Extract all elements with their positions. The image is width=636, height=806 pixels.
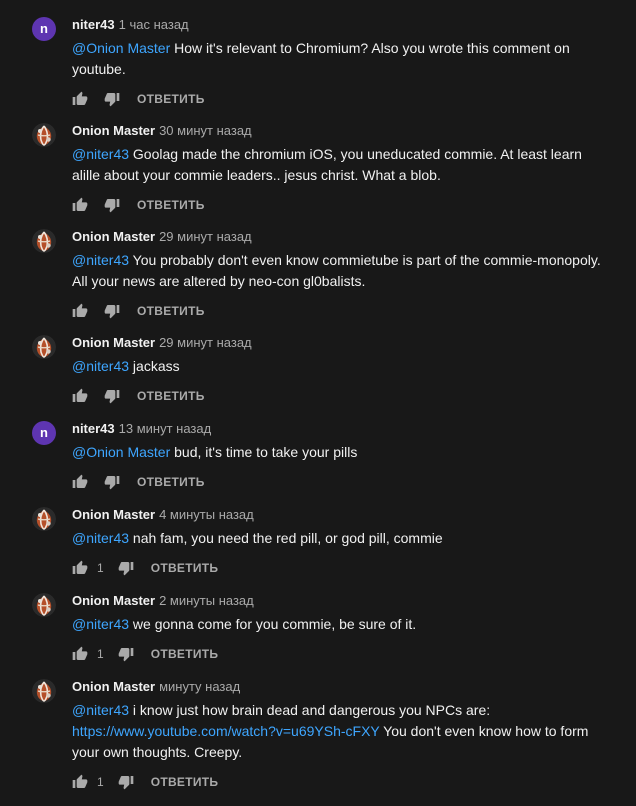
author-name[interactable]: Onion Master [72,507,155,522]
thumb-down-icon[interactable] [118,560,134,576]
like-count: 1 [97,647,104,661]
comment-header: Onion Master 29 минут назад [72,335,252,351]
thumb-down-icon[interactable] [104,91,120,107]
avatar[interactable] [32,593,56,617]
comment-header: Onion Master 4 минуты назад [72,507,254,523]
reply-button[interactable]: ОТВЕТИТЬ [151,647,219,661]
timestamp[interactable]: 1 час назад [119,17,189,32]
comment-header: Onion Master 29 минут назад [72,229,252,245]
avatar[interactable] [32,507,56,531]
mention-link[interactable]: @niter43 [72,252,129,268]
comment-header: Onion Master минуту назад [72,679,240,695]
comment-text: @niter43 nah fam, you need the red pill,… [72,528,612,549]
url-link[interactable]: https://www.youtube.com/watch?v=u69YSh-c… [72,723,380,739]
comment-header: Onion Master 30 минут назад [72,123,252,139]
timestamp[interactable]: 4 минуты назад [159,507,254,522]
comment-actions: 1 ОТВЕТИТЬ [72,556,218,580]
comment-actions: ОТВЕТИТЬ [72,87,205,111]
thumb-down-icon[interactable] [104,388,120,404]
comment-actions: ОТВЕТИТЬ [72,193,205,217]
thumb-down-icon[interactable] [104,197,120,213]
like-count: 1 [97,561,104,575]
reply-button[interactable]: ОТВЕТИТЬ [151,775,219,789]
comment-text: @niter43 You probably don't even know co… [72,250,612,292]
thumb-up-icon[interactable] [72,560,88,576]
comment-text: @niter43 jackass [72,356,612,377]
avatar[interactable]: n [32,421,56,445]
thumb-down-icon[interactable] [118,774,134,790]
reply-button[interactable]: ОТВЕТИТЬ [151,561,219,575]
comment-content: Goolag made the chromium iOS, you uneduc… [72,146,582,183]
mention-link[interactable]: @Onion Master [72,444,170,460]
thumb-up-icon[interactable] [72,91,88,107]
reply-button[interactable]: ОТВЕТИТЬ [137,304,205,318]
timestamp[interactable]: 29 минут назад [159,335,252,350]
mention-link[interactable]: @niter43 [72,146,129,162]
author-name[interactable]: niter43 [72,421,115,436]
comment-content: bud, it's time to take your pills [170,444,358,460]
comment-text: @niter43 we gonna come for you commie, b… [72,614,612,635]
author-name[interactable]: Onion Master [72,335,155,350]
thumb-down-icon[interactable] [118,646,134,662]
mention-link[interactable]: @Onion Master [72,40,170,56]
comment-text: @Onion Master bud, it's time to take you… [72,442,612,463]
comment-content: You probably don't even know commietube … [72,252,601,289]
comment-header: niter43 1 час назад [72,17,189,33]
thumb-up-icon[interactable] [72,303,88,319]
comment-text: @niter43 Goolag made the chromium iOS, y… [72,144,612,186]
avatar[interactable] [32,123,56,147]
timestamp[interactable]: 30 минут назад [159,123,252,138]
comment-actions: ОТВЕТИТЬ [72,384,205,408]
timestamp[interactable]: минуту назад [159,679,240,694]
author-name[interactable]: Onion Master [72,679,155,694]
comment-text: @niter43 i know just how brain dead and … [72,700,612,763]
timestamp[interactable]: 13 минут назад [119,421,212,436]
thumb-up-icon[interactable] [72,197,88,213]
timestamp[interactable]: 2 минуты назад [159,593,254,608]
author-name[interactable]: Onion Master [72,123,155,138]
reply-button[interactable]: ОТВЕТИТЬ [137,198,205,212]
comment-thread: n niter43 1 час назад @Onion Master How i… [0,0,636,806]
comment-actions: ОТВЕТИТЬ [72,299,205,323]
thumb-up-icon[interactable] [72,774,88,790]
comment-header: niter43 13 минут назад [72,421,211,437]
thumb-up-icon[interactable] [72,646,88,662]
avatar[interactable] [32,335,56,359]
avatar[interactable]: n [32,17,56,41]
reply-button[interactable]: ОТВЕТИТЬ [137,475,205,489]
mention-link[interactable]: @niter43 [72,702,129,718]
comment-content: jackass [129,358,180,374]
thumb-down-icon[interactable] [104,303,120,319]
author-name[interactable]: Onion Master [72,593,155,608]
mention-link[interactable]: @niter43 [72,530,129,546]
avatar[interactable] [32,229,56,253]
comment-actions: 1 ОТВЕТИТЬ [72,770,218,794]
like-count: 1 [97,775,104,789]
thumb-down-icon[interactable] [104,474,120,490]
mention-link[interactable]: @niter43 [72,616,129,632]
comment-content: i know just how brain dead and dangerous… [129,702,491,718]
reply-button[interactable]: ОТВЕТИТЬ [137,389,205,403]
comment-actions: ОТВЕТИТЬ [72,470,205,494]
comment-content: nah fam, you need the red pill, or god p… [129,530,443,546]
thumb-up-icon[interactable] [72,474,88,490]
comment-header: Onion Master 2 минуты назад [72,593,254,609]
reply-button[interactable]: ОТВЕТИТЬ [137,92,205,106]
author-name[interactable]: Onion Master [72,229,155,244]
comment-content: we gonna come for you commie, be sure of… [129,616,417,632]
timestamp[interactable]: 29 минут назад [159,229,252,244]
comment-actions: 1 ОТВЕТИТЬ [72,642,218,666]
comment-text: @Onion Master How it's relevant to Chrom… [72,38,612,80]
avatar[interactable] [32,679,56,703]
thumb-up-icon[interactable] [72,388,88,404]
author-name[interactable]: niter43 [72,17,115,32]
mention-link[interactable]: @niter43 [72,358,129,374]
